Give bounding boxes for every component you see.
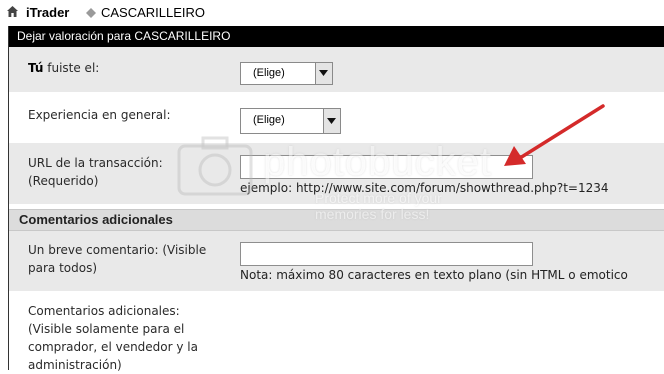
role-label: Tú fuiste el:	[28, 59, 99, 77]
form-row-experience: Experiencia en general: (Elige)	[9, 92, 664, 143]
url-label-line2: (Requerido)	[28, 174, 99, 188]
url-input[interactable]	[240, 155, 533, 179]
url-label: URL de la transacción: (Requerido)	[28, 154, 163, 190]
extra-comments-label-line4: administración)	[28, 358, 122, 372]
breadcrumb-site-link[interactable]: iTrader	[26, 5, 69, 20]
form-row-brief-comment: Un breve comentario: (Visible para todos…	[9, 231, 664, 291]
experience-select-value: (Elige)	[253, 114, 285, 126]
experience-select[interactable]: (Elige)	[240, 108, 341, 134]
brief-comment-input[interactable]	[240, 242, 533, 266]
role-select-value: (Elige)	[253, 67, 285, 79]
brief-comment-label-line1: Un breve comentario: (Visible	[28, 243, 207, 257]
form-row-extra-comments: Comentarios adicionales: (Visible solame…	[9, 291, 664, 372]
experience-label: Experiencia en general:	[28, 108, 171, 122]
brief-comment-label: Un breve comentario: (Visible para todos…	[28, 241, 206, 277]
breadcrumb-separator-icon	[86, 7, 96, 18]
home-icon[interactable]	[6, 5, 19, 18]
form-header: Dejar valoración para CASCARILLEIRO	[9, 26, 664, 47]
feedback-form: Dejar valoración para CASCARILLEIRO Tú f…	[8, 26, 664, 372]
role-select[interactable]: (Elige)	[240, 62, 333, 85]
breadcrumb-current: CASCARILLEIRO	[101, 5, 206, 20]
role-label-bold: Tú	[28, 61, 44, 75]
extra-comments-label-line3: comprador, el vendedor y la	[28, 340, 198, 354]
brief-comment-label-line2: para todos)	[28, 261, 98, 275]
url-label-line1: URL de la transacción:	[28, 156, 163, 170]
form-row-url: URL de la transacción: (Requerido) ejemp…	[9, 143, 664, 204]
extra-comments-label: Comentarios adicionales: (Visible solame…	[28, 302, 198, 374]
url-hint: ejemplo: http://www.site.com/forum/showt…	[240, 181, 609, 195]
brief-comment-hint: Nota: máximo 80 caracteres en texto plan…	[240, 268, 628, 282]
role-label-text: fuiste el:	[43, 61, 100, 75]
breadcrumb: iTrader CASCARILLEIRO	[0, 0, 664, 26]
form-row-role: Tú fuiste el: (Elige)	[9, 47, 664, 92]
chevron-down-icon[interactable]	[315, 63, 332, 84]
section-title-additional-comments: Comentarios adicionales	[9, 209, 664, 231]
extra-comments-label-line2: (Visible solamente para el	[28, 322, 185, 336]
extra-comments-label-line1: Comentarios adicionales:	[28, 304, 180, 318]
chevron-down-icon[interactable]	[323, 109, 340, 133]
